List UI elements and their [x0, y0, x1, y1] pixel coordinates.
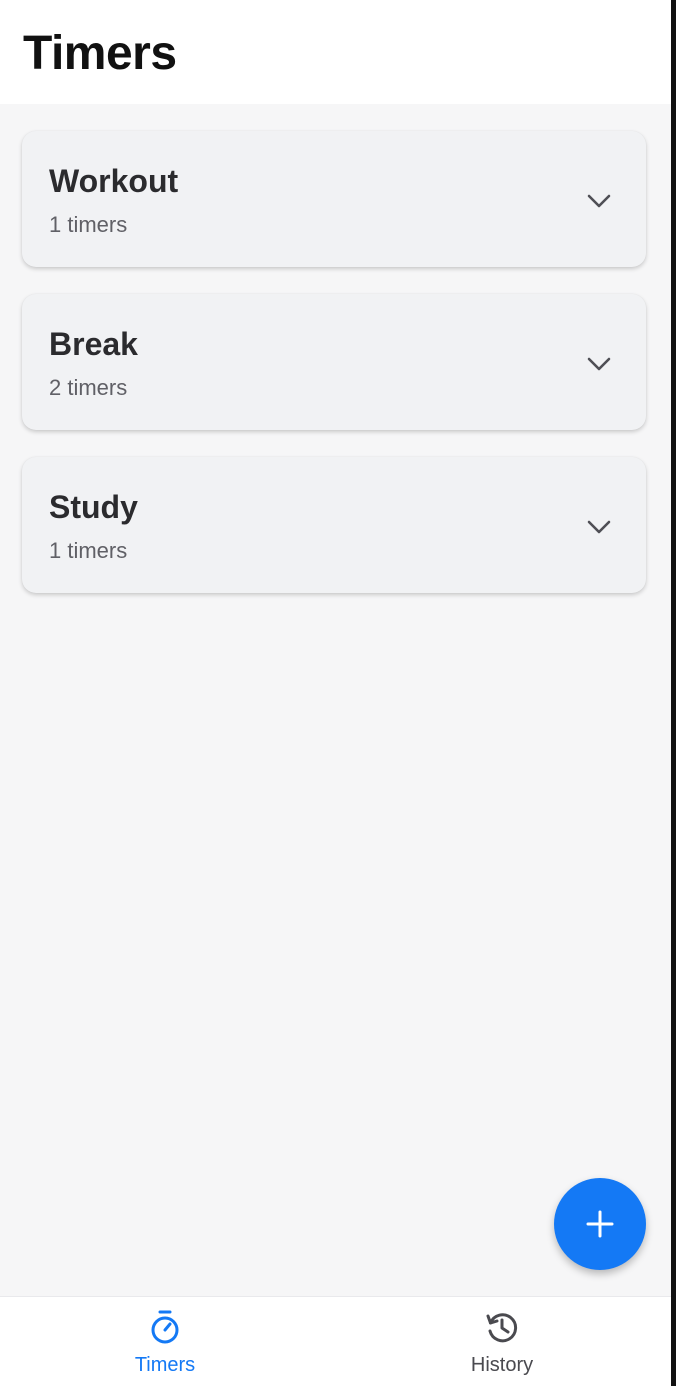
group-name: Workout: [49, 163, 179, 199]
group-name: Break: [49, 326, 138, 362]
timer-group-break[interactable]: Break 2 timers: [22, 294, 646, 430]
group-name: Study: [49, 489, 138, 525]
tab-label: History: [470, 1354, 534, 1376]
bottom-tab-bar: Timers History: [0, 1296, 671, 1386]
timer-group-list: Workout 1 timers Break 2 timers Study 1 …: [22, 131, 646, 620]
timer-group-study[interactable]: Study 1 timers: [22, 457, 646, 593]
group-timer-count: 2 timers: [49, 375, 128, 400]
plus-icon: [586, 1210, 614, 1238]
timer-group-workout[interactable]: Workout 1 timers: [22, 131, 646, 267]
tab-history[interactable]: History: [402, 1297, 602, 1386]
chevron-down-icon[interactable]: [583, 348, 615, 380]
header: Timers: [0, 0, 671, 104]
tab-label: Timers: [134, 1354, 196, 1376]
stopwatch-icon: [151, 1310, 179, 1344]
history-icon: [486, 1313, 518, 1343]
app-screen: Timers Workout 1 timers Break 2 timers S…: [0, 0, 671, 1386]
chevron-down-icon[interactable]: [583, 185, 615, 217]
group-timer-count: 1 timers: [49, 538, 128, 563]
group-timer-count: 1 timers: [49, 212, 128, 237]
add-timer-button[interactable]: [554, 1178, 646, 1270]
page-title: Timers: [23, 27, 177, 80]
tab-timers[interactable]: Timers: [65, 1297, 265, 1386]
chevron-down-icon[interactable]: [583, 511, 615, 543]
